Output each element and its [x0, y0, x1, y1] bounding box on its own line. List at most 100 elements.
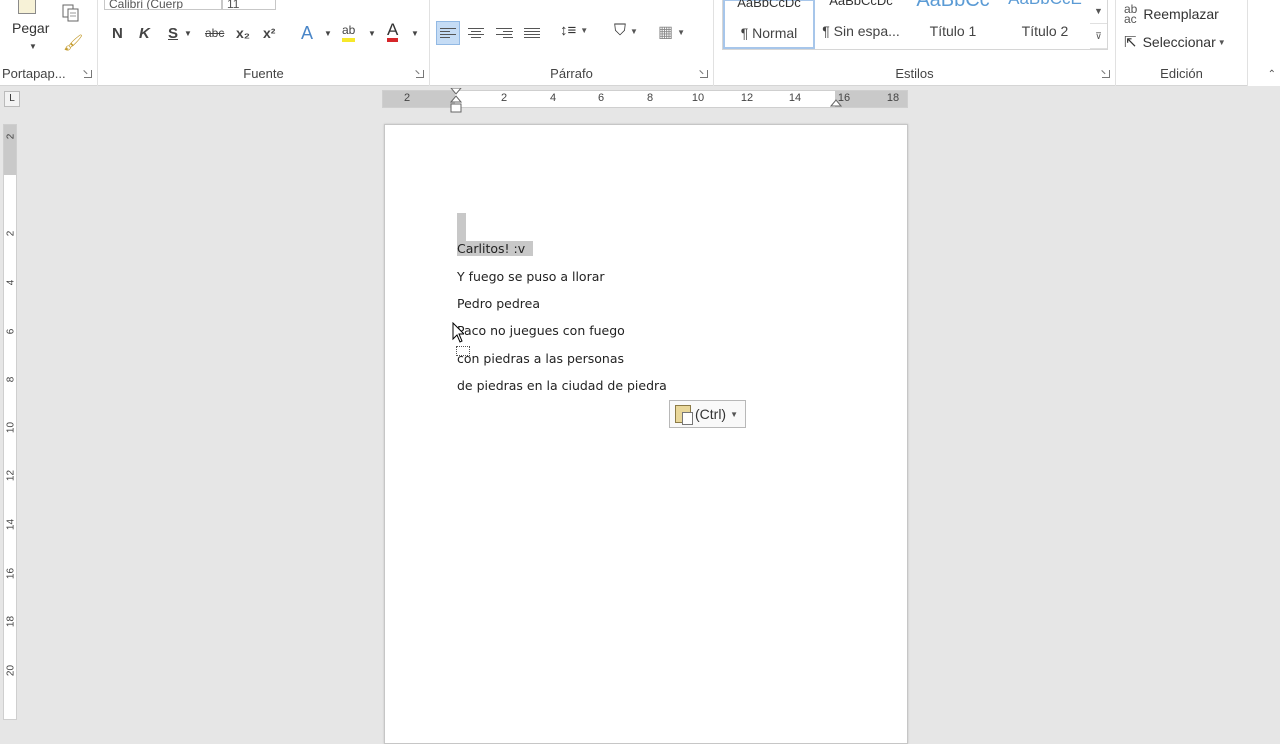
vruler-label: 16	[5, 567, 17, 580]
align-left-button[interactable]	[436, 21, 460, 45]
font-color-icon[interactable]: A	[387, 20, 399, 42]
clipboard-launcher-icon[interactable]	[84, 70, 92, 78]
ruler-label: 6	[597, 92, 605, 104]
format-painter-icon[interactable]: 🖌	[63, 33, 83, 53]
select-label: Seleccionar	[1142, 34, 1216, 50]
document-line[interactable]: con piedras a las personas	[457, 351, 624, 366]
select-button[interactable]: ⇱ Seleccionar ▼	[1124, 33, 1226, 51]
ruler-row: L 2 2 4 6 8 10 12 14 16 18	[0, 86, 1280, 113]
ribbon: Pegar ▼ 🖌 Portapap... Calibri (Cuerp 11 …	[0, 0, 1280, 86]
paste-options-label: (Ctrl)	[695, 406, 727, 422]
style-name: Título 2	[1021, 23, 1069, 39]
styles-scroll-down-icon[interactable]: ▼	[1090, 0, 1107, 24]
vruler-label: 12	[5, 469, 17, 482]
font-size-input[interactable]: 11	[222, 0, 276, 10]
vruler-label: 6	[5, 328, 17, 335]
clipboard-group-label: Portapap...	[2, 66, 66, 81]
paste-dropdown-icon[interactable]: ▼	[29, 42, 37, 51]
paragraph-launcher-icon[interactable]	[700, 70, 708, 78]
horizontal-ruler[interactable]: 2 2 4 6 8 10 12 14 16 18	[382, 88, 908, 113]
font-name-input[interactable]: Calibri (Cuerp	[104, 0, 222, 10]
vruler-label: 14	[5, 518, 17, 531]
vruler-label: 8	[5, 376, 17, 383]
strikethrough-button[interactable]: abc	[205, 22, 224, 44]
document-line[interactable]: de piedras en la ciudad de piedra	[457, 378, 667, 393]
paste-options-button[interactable]: (Ctrl) ▼	[669, 400, 746, 428]
font-group-label: Fuente	[243, 66, 284, 81]
styles-group: AaBbCcDc ¶ Normal AaBbCcDc ¶ Sin espa...…	[714, 0, 1116, 86]
editing-group: ab ac Reemplazar ⇱ Seleccionar ▼ Edición	[1116, 0, 1248, 86]
vruler-label: 4	[5, 279, 17, 286]
justify-button[interactable]	[520, 21, 544, 45]
borders-icon[interactable]: ▦ ▼	[658, 22, 685, 42]
paragraph-group-label: Párrafo	[550, 66, 593, 81]
document-page[interactable]: Carlitos! :v Y fuego se puso a llorar Pe…	[384, 124, 908, 744]
indent-marker-icon[interactable]	[450, 88, 462, 114]
styles-launcher-icon[interactable]	[1102, 70, 1110, 78]
vruler-label: 18	[5, 615, 17, 628]
paste-options-dropdown-icon: ▼	[730, 409, 739, 419]
select-cursor-icon: ⇱	[1124, 34, 1137, 51]
vruler-label: 20	[5, 664, 17, 677]
ruler-label: 8	[646, 92, 654, 104]
style-heading-2[interactable]: AaBbCcE Título 2	[999, 0, 1091, 49]
ruler-label: 2	[403, 92, 411, 104]
ruler-left-margin	[383, 91, 455, 107]
shading-icon[interactable]: ⛉ ▼	[614, 22, 638, 40]
ruler-label: 4	[549, 92, 557, 104]
styles-scroll: ▼ ⊽	[1090, 0, 1108, 50]
style-no-spacing[interactable]: AaBbCcDc ¶ Sin espa...	[815, 0, 907, 49]
document-line[interactable]: Pedro pedrea	[457, 296, 540, 311]
line-spacing-icon[interactable]: ↕≡ ▼	[560, 22, 588, 39]
collapse-ribbon-icon[interactable]: ⌃	[1268, 69, 1276, 80]
document-line[interactable]: Carlitos! :v	[457, 241, 534, 256]
style-sample: AaBbCcDc	[737, 0, 801, 10]
collapse-ribbon-area: ⌃	[1248, 0, 1280, 86]
font-group: Calibri (Cuerp 11 N K S ▼ abc x₂ x² A ▼ …	[98, 0, 430, 86]
text-effects-dropdown-icon[interactable]: ▼	[324, 22, 332, 44]
font-launcher-icon[interactable]	[416, 70, 424, 78]
tab-selector[interactable]: L	[4, 91, 20, 107]
highlight-dropdown-icon[interactable]: ▼	[368, 22, 376, 44]
style-name: ¶ Normal	[740, 25, 798, 41]
ruler-label: 10	[691, 92, 705, 104]
text-effects-icon[interactable]: A	[301, 22, 313, 44]
selection-bar	[457, 213, 466, 241]
ruler-label: 14	[788, 92, 802, 104]
line-text: Carlitos! :v	[457, 241, 526, 256]
editing-group-label: Edición	[1160, 66, 1203, 81]
vruler-label: 2	[5, 133, 17, 140]
vruler-label: 2	[5, 230, 17, 237]
style-normal[interactable]: AaBbCcDc ¶ Normal	[723, 0, 815, 49]
styles-more-icon[interactable]: ⊽	[1090, 24, 1107, 49]
ruler-label: 12	[740, 92, 754, 104]
style-sample: AaBbCcE	[999, 0, 1091, 9]
style-name: Título 1	[929, 23, 977, 39]
ruler-label: 18	[886, 92, 900, 104]
superscript-button[interactable]: x²	[263, 22, 275, 44]
right-indent-icon[interactable]	[830, 95, 842, 107]
paste-icon[interactable]	[18, 0, 36, 14]
align-right-button[interactable]	[492, 21, 516, 45]
font-color-dropdown-icon[interactable]: ▼	[411, 22, 419, 44]
copy-icon[interactable]	[62, 4, 80, 22]
style-heading-1[interactable]: AaBbCc Título 1	[907, 0, 999, 49]
bold-button[interactable]: N	[112, 22, 123, 44]
vertical-ruler[interactable]: 2 2 4 6 8 10 12 14 16 18 20	[3, 124, 17, 720]
underline-button[interactable]: S	[168, 22, 178, 44]
replace-label: Reemplazar	[1143, 6, 1219, 22]
replace-button[interactable]: ab ac Reemplazar	[1124, 2, 1219, 26]
paste-button[interactable]: Pegar	[12, 20, 49, 36]
underline-dropdown-icon[interactable]: ▼	[184, 22, 192, 44]
document-line[interactable]: Y fuego se puso a llorar	[457, 269, 605, 284]
replace-icon: ab ac	[1124, 2, 1138, 26]
subscript-button[interactable]: x₂	[236, 22, 250, 44]
italic-button[interactable]: K	[139, 22, 150, 44]
highlight-icon[interactable]: ab	[342, 22, 356, 42]
clipboard-group: Pegar ▼ 🖌 Portapap...	[0, 0, 98, 86]
document-line[interactable]: Paco no juegues con fuego	[457, 323, 625, 338]
align-center-button[interactable]	[464, 21, 488, 45]
style-sample: AaBbCcDc	[829, 0, 893, 8]
vruler-label: 10	[5, 421, 17, 434]
styles-gallery: AaBbCcDc ¶ Normal AaBbCcDc ¶ Sin espa...…	[722, 0, 1092, 50]
